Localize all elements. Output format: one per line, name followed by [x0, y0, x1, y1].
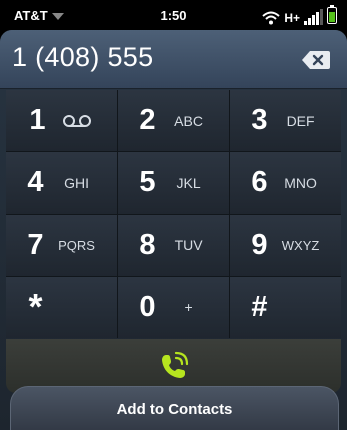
- key-letters: WXYZ: [281, 237, 320, 253]
- key-9[interactable]: 9 WXYZ: [230, 214, 341, 276]
- key-letters: PQRS: [58, 237, 95, 253]
- key-5[interactable]: 5 JKL: [118, 152, 229, 214]
- status-icons: H+: [262, 5, 337, 25]
- key-digit: 0: [139, 290, 156, 323]
- wifi-icon: [262, 11, 280, 25]
- key-digit: 4: [27, 166, 44, 199]
- key-4[interactable]: 4 GHI: [6, 152, 117, 214]
- key-6[interactable]: 6 MNO: [230, 152, 341, 214]
- key-digit: 1: [29, 104, 46, 137]
- network-type: H+: [284, 11, 300, 25]
- key-letters: DEF: [286, 112, 315, 129]
- backspace-icon[interactable]: [301, 50, 331, 70]
- key-digit: *: [28, 286, 43, 328]
- key-digit: 3: [251, 104, 268, 137]
- key-letters: ABC: [174, 112, 203, 129]
- phone-call-icon: [161, 351, 188, 378]
- key-7[interactable]: 7 PQRS: [6, 214, 117, 276]
- signal-icon: [304, 9, 323, 25]
- dialed-number: 1 (408) 555: [12, 42, 154, 72]
- key-letters: +: [184, 299, 193, 316]
- key-8[interactable]: 8 TUV: [118, 214, 229, 276]
- key-2[interactable]: 2 ABC: [118, 90, 229, 152]
- key-letters: JKL: [176, 174, 201, 191]
- key-digit: 2: [139, 104, 156, 137]
- key-digit: 5: [139, 166, 156, 199]
- key-digit: 9: [251, 228, 268, 261]
- key-0[interactable]: 0 +: [118, 276, 229, 338]
- key-digit: #: [251, 290, 268, 323]
- key-3[interactable]: 3 DEF: [230, 90, 341, 152]
- key-letters: TUV: [174, 237, 203, 254]
- voicemail-icon: [62, 114, 91, 127]
- number-display: 1 (408) 555: [0, 30, 347, 89]
- key-letters: GHI: [64, 174, 89, 191]
- key-star[interactable]: *: [6, 276, 117, 338]
- key-1[interactable]: 1: [6, 90, 117, 152]
- battery-icon: [327, 5, 337, 24]
- phone-dialer: 1 (408) 555 1 2 ABC 3 DEF 4 GHI 5 JKL 6 …: [0, 30, 347, 430]
- key-digit: 6: [251, 166, 268, 199]
- key-pound[interactable]: #: [230, 276, 341, 338]
- key-digit: 8: [139, 228, 156, 261]
- key-digit: 7: [27, 228, 44, 261]
- call-button[interactable]: [6, 339, 341, 393]
- add-to-contacts-button[interactable]: Add to Contacts: [10, 386, 339, 430]
- key-letters: MNO: [284, 174, 317, 191]
- keypad: 1 2 ABC 3 DEF 4 GHI 5 JKL 6 MNO 7 PQRS 8…: [6, 90, 341, 338]
- status-bar: AT&T 1:50 H+: [0, 0, 347, 30]
